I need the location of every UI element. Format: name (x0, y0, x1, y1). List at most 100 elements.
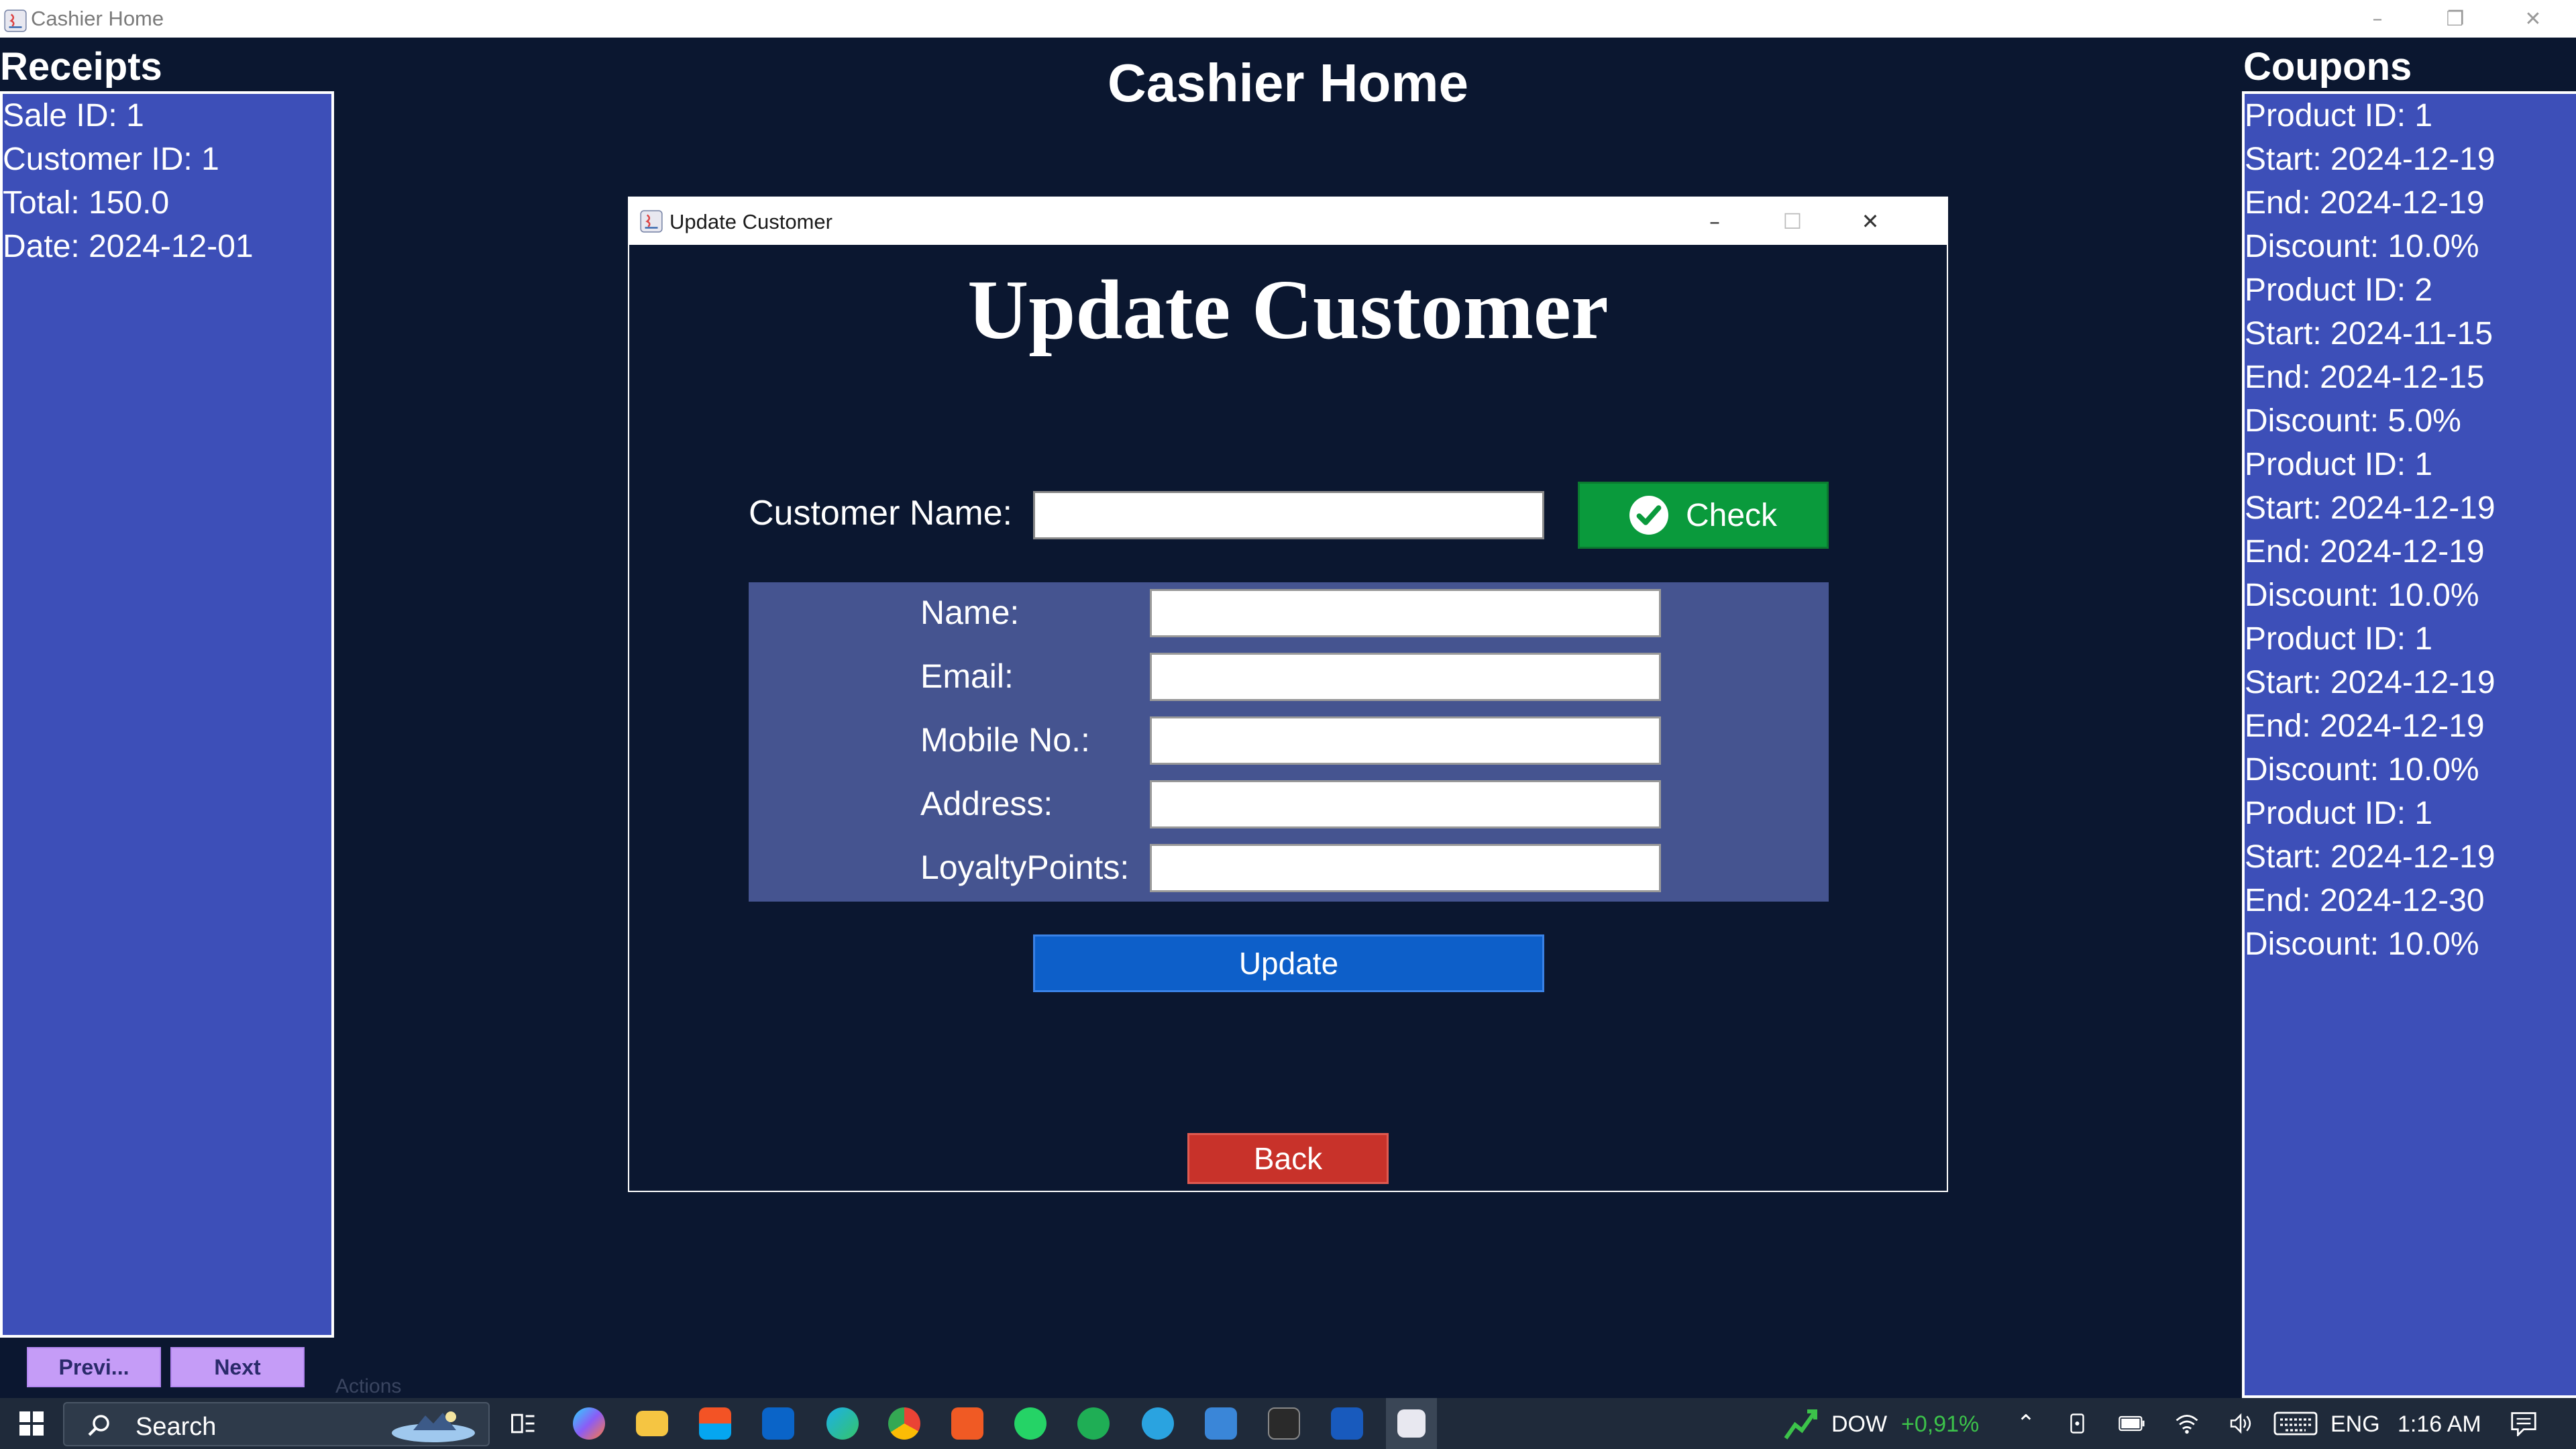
file-explorer-button[interactable] (632, 1398, 672, 1449)
close-button[interactable]: ✕ (2496, 0, 2571, 38)
checkmark-icon (1629, 496, 1668, 535)
volume-indicator[interactable] (2224, 1398, 2257, 1449)
coupon-line: Start: 2024-11-15 (2245, 316, 2493, 352)
coupon-line: End: 2024-12-19 (2245, 708, 2485, 744)
wifi-icon (2176, 1415, 2198, 1434)
form-row-name: Name: (749, 589, 1829, 637)
ticker-change: +0,91% (1901, 1411, 1980, 1437)
tray-app-icon (2070, 1413, 2084, 1434)
coupon-line: Start: 2024-12-19 (2245, 665, 2496, 700)
coupon-line: Discount: 5.0% (2245, 403, 2461, 439)
java-app-taskbar-button[interactable] (1386, 1398, 1437, 1449)
taskbar: Search DOW +0,91% ⌃ ENG 1:16 AM (0, 1398, 2576, 1449)
name-input[interactable] (1150, 589, 1661, 637)
previous-button[interactable]: Previ... (27, 1347, 161, 1387)
tray-app-button[interactable] (2062, 1398, 2094, 1449)
coupon-line: End: 2024-12-30 (2245, 883, 2485, 918)
dialog-minimize-button[interactable]: – (1676, 198, 1754, 245)
page-title: Cashier Home (1108, 53, 1468, 113)
taskbar-search[interactable]: Search (63, 1402, 490, 1446)
minimize-icon: – (2372, 7, 2383, 31)
coupon-line: Product ID: 1 (2245, 98, 2433, 133)
restore-button[interactable]: ❐ (2418, 0, 2493, 38)
receipt-line: Date: 2024-12-01 (3, 229, 254, 264)
task-view-button[interactable] (503, 1398, 543, 1449)
word-button[interactable] (1327, 1398, 1367, 1449)
form-row-address: Address: (749, 780, 1829, 828)
check-button[interactable]: Check (1578, 482, 1829, 549)
coupon-line: End: 2024-12-19 (2245, 185, 2485, 221)
show-hidden-icons-button[interactable]: ⌃ (2010, 1398, 2042, 1449)
edge-button[interactable] (822, 1398, 863, 1449)
dialog-close-button[interactable]: ✕ (1831, 198, 1909, 245)
coupon-line: Discount: 10.0% (2245, 926, 2479, 962)
chevron-up-icon: ⌃ (2016, 1411, 2036, 1436)
clock[interactable]: 1:16 AM (2398, 1411, 2481, 1438)
battery-indicator[interactable] (2116, 1398, 2148, 1449)
network-indicator[interactable] (2171, 1398, 2203, 1449)
customer-name-input[interactable] (1033, 491, 1544, 539)
whatsapp-button[interactable] (1010, 1398, 1051, 1449)
coupon-line: Start: 2024-12-19 (2245, 142, 2496, 177)
coupons-heading: Coupons (2243, 45, 2412, 89)
main-title-bar: Cashier Home – ❐ ✕ (0, 0, 2576, 38)
form-row-loyalty: LoyaltyPoints: (749, 844, 1829, 892)
battery-icon (2118, 1415, 2145, 1432)
whatsapp-business-button[interactable] (1073, 1398, 1114, 1449)
update-button[interactable]: Update (1033, 934, 1544, 992)
loyalty-points-label: LoyaltyPoints: (920, 849, 1130, 886)
brave-icon (951, 1407, 983, 1440)
whatsapp-icon (1014, 1407, 1046, 1440)
telegram-button[interactable] (1138, 1398, 1178, 1449)
minimize-button[interactable]: – (2340, 0, 2415, 38)
brave-button[interactable] (947, 1398, 987, 1449)
app-button[interactable] (1201, 1398, 1241, 1449)
copilot-icon (573, 1407, 605, 1440)
weather-highlight-icon (392, 1411, 475, 1442)
maximize-icon: ☐ (1782, 209, 1803, 234)
start-button[interactable] (8, 1398, 55, 1449)
coupon-line: Discount: 10.0% (2245, 578, 2479, 613)
back-button[interactable]: Back (1187, 1133, 1389, 1184)
telegram-icon (1142, 1407, 1174, 1440)
next-button[interactable]: Next (170, 1347, 305, 1387)
mobile-label: Mobile No.: (920, 721, 1090, 759)
app-icon (1205, 1407, 1237, 1440)
address-input[interactable] (1150, 780, 1661, 828)
coupon-line: Product ID: 2 (2245, 272, 2433, 308)
dialog-maximize-button[interactable]: ☐ (1754, 198, 1831, 245)
language-indicator[interactable]: ENG (2330, 1411, 2380, 1438)
search-icon (88, 1415, 109, 1436)
mobile-input[interactable] (1150, 716, 1661, 765)
coupon-line: End: 2024-12-15 (2245, 360, 2485, 395)
chrome-icon (888, 1407, 920, 1440)
customer-form: Name: Email: Mobile No.: Address: Loyalt… (749, 582, 1829, 902)
store-icon (699, 1407, 731, 1440)
loyalty-points-input[interactable] (1150, 844, 1661, 892)
receipt-line: Customer ID: 1 (3, 142, 219, 177)
folder-icon (636, 1411, 668, 1436)
chrome-button[interactable] (884, 1398, 924, 1449)
coupon-line: Discount: 10.0% (2245, 752, 2479, 788)
app-button[interactable] (1264, 1398, 1304, 1449)
copilot-button[interactable] (569, 1398, 609, 1449)
java-app-icon (1397, 1409, 1426, 1438)
address-label: Address: (920, 785, 1053, 822)
stock-chart-icon (1784, 1409, 1817, 1440)
form-row-mobile: Mobile No.: (749, 716, 1829, 765)
actions-label: Actions (335, 1375, 402, 1397)
coupon-line: Discount: 10.0% (2245, 229, 2479, 264)
coupon-line: Start: 2024-12-19 (2245, 839, 2496, 875)
coupon-line: Product ID: 1 (2245, 447, 2433, 482)
receipts-list[interactable]: Sale ID: 1 Customer ID: 1 Total: 150.0 D… (0, 91, 334, 1338)
outlook-button[interactable] (758, 1398, 798, 1449)
coupon-line: Start: 2024-12-19 (2245, 490, 2496, 526)
email-label: Email: (920, 657, 1014, 695)
coupons-list[interactable]: Product ID: 1 Start: 2024-12-19 End: 202… (2242, 91, 2576, 1398)
main-window-title: Cashier Home (31, 7, 164, 30)
coupon-line: Product ID: 1 (2245, 796, 2433, 831)
touch-keyboard-button[interactable] (2270, 1398, 2321, 1449)
store-button[interactable] (695, 1398, 735, 1449)
notifications-button[interactable] (2504, 1398, 2544, 1449)
email-input[interactable] (1150, 653, 1661, 701)
